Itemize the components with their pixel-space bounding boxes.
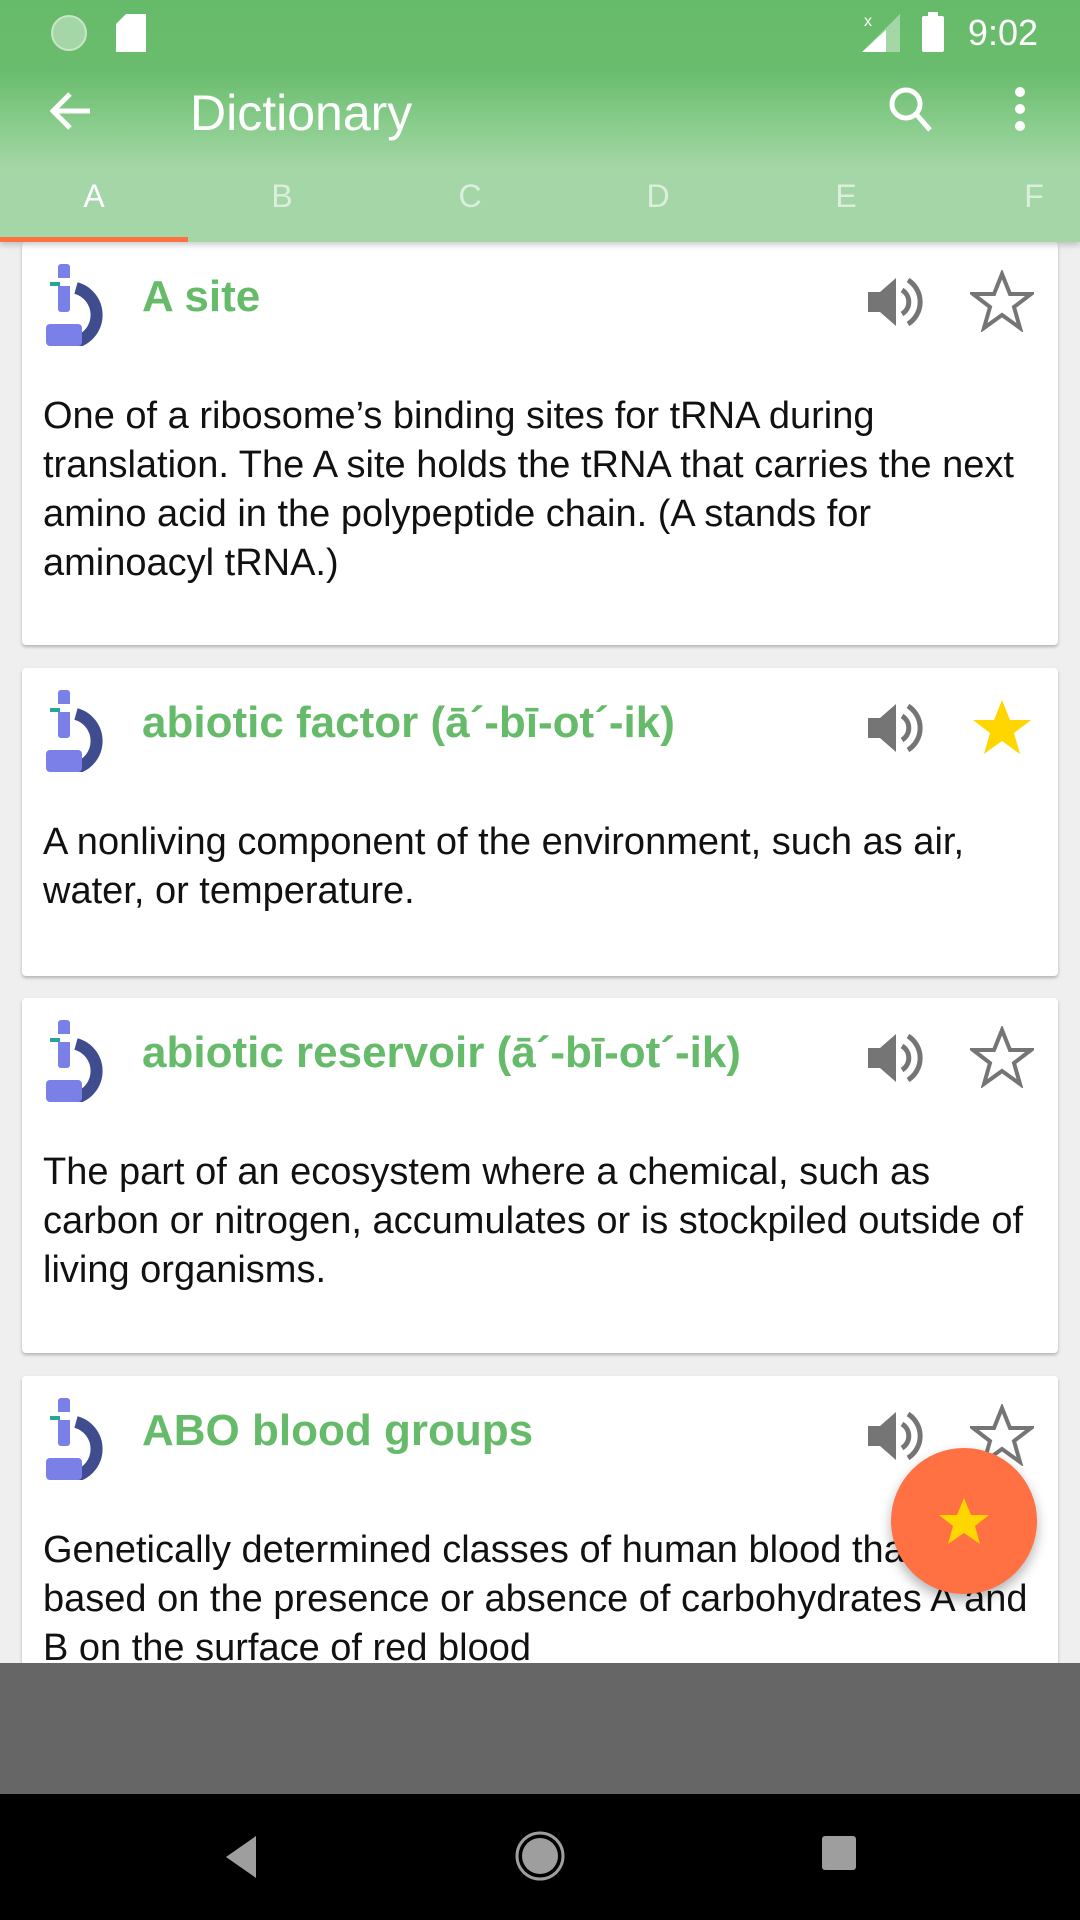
tab-a[interactable]: A bbox=[0, 178, 188, 215]
app-bar: x 9:02 Dictionary A B C D E F bbox=[0, 0, 1080, 242]
ad-banner-placeholder bbox=[0, 1663, 1080, 1794]
microscope-icon bbox=[46, 690, 103, 772]
system-nav-bar bbox=[0, 1794, 1080, 1920]
tab-e[interactable]: E bbox=[752, 178, 940, 215]
tab-indicator bbox=[0, 237, 188, 242]
entry-definition: The part of an ecosystem where a chemica… bbox=[43, 1151, 1024, 1291]
status-bar: x 9:02 bbox=[0, 0, 1080, 66]
star-outline-icon[interactable] bbox=[970, 270, 1034, 332]
speaker-icon[interactable] bbox=[864, 698, 924, 758]
nav-recents-icon[interactable] bbox=[822, 1836, 856, 1870]
entry-term: ABO blood groups bbox=[142, 1406, 534, 1455]
entry-definition: One of a ribosome’s binding sites for tR… bbox=[43, 395, 1014, 584]
more-vert-icon[interactable] bbox=[1010, 86, 1030, 132]
sd-card-icon bbox=[116, 14, 146, 52]
entry-term: abiotic reservoir (ā´-bī-ot´-ik) bbox=[142, 1028, 741, 1077]
favorites-fab[interactable] bbox=[891, 1448, 1037, 1594]
entry-term: abiotic factor (ā´-bī-ot´-ik) bbox=[142, 698, 675, 747]
nav-home-icon[interactable] bbox=[514, 1830, 566, 1882]
tab-f[interactable]: F bbox=[940, 178, 1080, 215]
entry-card[interactable]: abiotic reservoir (ā´-bī-ot´-ik) The par… bbox=[22, 998, 1058, 1353]
microscope-icon bbox=[46, 264, 103, 346]
battery-icon bbox=[922, 12, 944, 52]
entry-term: A site bbox=[142, 272, 261, 321]
star-outline-icon[interactable] bbox=[970, 1026, 1034, 1088]
star-filled-icon[interactable] bbox=[970, 696, 1034, 758]
star-icon bbox=[939, 1498, 989, 1544]
signal-off-icon: x bbox=[862, 13, 900, 52]
entry-card[interactable]: abiotic factor (ā´-bī-ot´-ik) A nonlivin… bbox=[22, 668, 1058, 976]
entry-definition: Genetically determined classes of human … bbox=[43, 1529, 1028, 1669]
tab-b[interactable]: B bbox=[188, 178, 376, 215]
back-arrow-icon[interactable] bbox=[48, 88, 94, 134]
svg-text:x: x bbox=[864, 13, 872, 30]
microscope-icon bbox=[46, 1020, 103, 1102]
speaker-icon[interactable] bbox=[864, 272, 924, 332]
clock: 9:02 bbox=[967, 12, 1038, 53]
entry-definition: A nonliving component of the environment… bbox=[43, 821, 964, 912]
microscope-icon bbox=[46, 1398, 103, 1480]
entry-card[interactable]: A site One of a ribosome’s binding sites… bbox=[22, 242, 1058, 645]
nav-back-icon[interactable] bbox=[224, 1834, 260, 1880]
loading-icon bbox=[51, 15, 87, 51]
tab-d[interactable]: D bbox=[564, 178, 752, 215]
page-title: Dictionary bbox=[190, 85, 413, 141]
speaker-icon[interactable] bbox=[864, 1028, 924, 1088]
tab-c[interactable]: C bbox=[376, 178, 564, 215]
search-icon[interactable] bbox=[886, 84, 936, 134]
alphabet-tabs: A B C D E F bbox=[0, 178, 1080, 242]
